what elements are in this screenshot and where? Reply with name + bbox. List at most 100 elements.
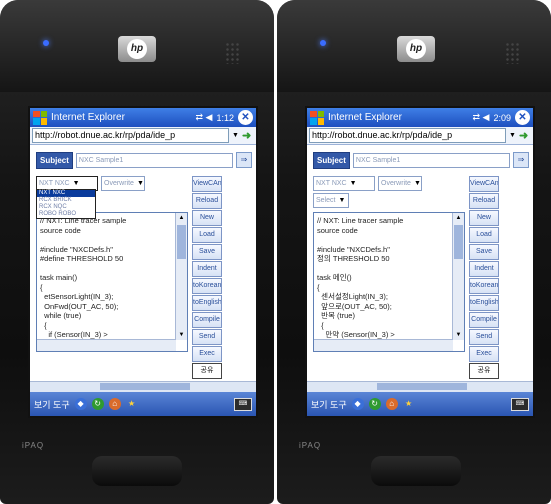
url-dropdown-icon[interactable]: ▼ <box>508 132 517 139</box>
view-button[interactable]: ViewCAn <box>469 176 499 192</box>
extra-select[interactable]: Select ▼ <box>313 193 349 208</box>
title-bar: Internet Explorer ⇄ ◀︎ 1:12 ✕ <box>30 108 256 127</box>
compile-button[interactable]: Compile <box>469 312 499 328</box>
title-bar: Internet Explorer ⇄ ◀︎ 2:09 ✕ <box>307 108 533 127</box>
code-editor[interactable]: // NXT: Line tracer sample source code #in… <box>313 212 465 352</box>
bottom-menu-bar: 보기 도구 ◆ ↻ ⌂ ★ ⌨ <box>30 392 256 416</box>
star-icon[interactable]: ★ <box>126 398 138 410</box>
code-text: // NXT: Line tracer sample source code #in… <box>317 216 404 339</box>
subject-button[interactable]: Subject <box>36 151 73 169</box>
submit-icon[interactable]: ⇒ <box>236 152 252 168</box>
reload-button[interactable]: Reload <box>469 193 499 209</box>
select-row: NXT NXC ▼ Overwrite ▼ <box>313 176 422 191</box>
go-arrow-icon[interactable]: ➜ <box>519 129 531 142</box>
editor-vertical-scrollbar[interactable]: ▲ ▼ <box>452 213 464 340</box>
to-korean-button[interactable]: toKorean <box>469 278 499 294</box>
menu-view-tools[interactable]: 보기 도구 <box>34 398 70 411</box>
favorites-icon[interactable]: ◆ <box>351 398 364 410</box>
editor-horizontal-scrollbar[interactable] <box>37 339 176 351</box>
reload-button[interactable]: Reload <box>192 193 222 209</box>
windows-start-icon[interactable] <box>310 110 324 125</box>
hp-logo: hp <box>118 36 156 62</box>
submit-icon[interactable]: ⇒ <box>513 152 529 168</box>
chevron-down-icon: ▼ <box>349 180 357 187</box>
share-button[interactable]: 공유 <box>192 363 222 379</box>
go-arrow-icon[interactable]: ➜ <box>242 129 254 142</box>
send-button[interactable]: Send <box>192 329 222 345</box>
address-bar: http://robot.dnue.ac.kr/rp/pda/ide_p ▼ ➜ <box>307 127 533 145</box>
indent-button[interactable]: Indent <box>192 261 222 277</box>
refresh-icon[interactable]: ↻ <box>368 398 381 410</box>
load-button[interactable]: Load <box>469 227 499 243</box>
subject-row: Subject NXC Sample1 ⇒ <box>36 151 252 169</box>
page-horizontal-scrollbar[interactable] <box>30 381 256 392</box>
chevron-down-icon: ▼ <box>136 180 144 187</box>
star-icon[interactable]: ★ <box>403 398 415 410</box>
keyboard-icon[interactable]: ⌨ <box>234 397 252 411</box>
menu-view-tools[interactable]: 보기 도구 <box>311 398 347 411</box>
home-icon[interactable]: ⌂ <box>108 398 121 410</box>
close-icon[interactable]: ✕ <box>515 110 530 125</box>
hp-logo: hp <box>397 36 435 62</box>
subject-row: Subject NXC Sample1 ⇒ <box>313 151 529 169</box>
web-page: Subject NXC Sample1 ⇒ NXT NXC ▼ Overwrite… <box>307 146 533 392</box>
editor-vertical-scrollbar[interactable]: ▲ ▼ <box>175 213 187 340</box>
code-editor[interactable]: // NXT: Line tracer sample source code #in… <box>36 212 188 352</box>
pda-screen: Internet Explorer ⇄ ◀︎ 1:12 ✕ http://rob… <box>28 106 258 418</box>
dropdown-option[interactable]: ROBO ROBO <box>37 211 95 218</box>
clock: 2:09 <box>493 112 511 123</box>
connectivity-icon: ⇄ ◀︎ <box>195 112 213 122</box>
language-dropdown-list: NXT NXC RCX BRICK RCX NQC ROBO ROBO <box>36 189 96 219</box>
exec-button[interactable]: Exec <box>469 346 499 362</box>
subject-input[interactable]: NXC Sample1 <box>75 152 233 168</box>
windows-start-icon[interactable] <box>33 110 47 125</box>
power-led <box>320 40 326 46</box>
close-icon[interactable]: ✕ <box>238 110 253 125</box>
chevron-down-icon: ▼ <box>72 180 80 187</box>
chevron-down-icon: ▼ <box>338 197 346 204</box>
url-field[interactable]: http://robot.dnue.ac.kr/rp/pda/ide_p <box>309 128 506 143</box>
indent-button[interactable]: Indent <box>469 261 499 277</box>
url-field[interactable]: http://robot.dnue.ac.kr/rp/pda/ide_p <box>32 128 229 143</box>
refresh-icon[interactable]: ↻ <box>91 398 104 410</box>
favorites-icon[interactable]: ◆ <box>74 398 87 410</box>
to-english-button[interactable]: toEnglish <box>469 295 499 311</box>
dropdown-option[interactable]: NXT NXC <box>37 190 95 197</box>
speaker-grille <box>225 42 239 64</box>
bottom-menu-bar: 보기 도구 ◆ ↻ ⌂ ★ ⌨ <box>307 392 533 416</box>
url-dropdown-icon[interactable]: ▼ <box>231 132 240 139</box>
new-button[interactable]: New <box>192 210 222 226</box>
right-device-photo: hp iPAQ Internet Explorer ⇄ ◀︎ 2:09 ✕ ht… <box>277 0 551 504</box>
language-select[interactable]: NXT NXC ▼ <box>313 176 375 191</box>
app-title: Internet Explorer <box>51 112 125 123</box>
mode-select[interactable]: Overwrite ▼ <box>101 176 145 191</box>
page-horizontal-scrollbar[interactable] <box>307 381 533 392</box>
share-button[interactable]: 공유 <box>469 363 499 379</box>
speaker-grille <box>505 42 519 64</box>
mode-select[interactable]: Overwrite ▼ <box>378 176 422 191</box>
pda-screen: Internet Explorer ⇄ ◀︎ 2:09 ✕ http://rob… <box>305 106 535 418</box>
device-brand: iPAQ <box>22 441 45 450</box>
address-bar: http://robot.dnue.ac.kr/rp/pda/ide_p ▼ ➜ <box>30 127 256 145</box>
code-text: // NXT: Line tracer sample source code #in… <box>40 216 127 339</box>
save-button[interactable]: Save <box>192 244 222 260</box>
subject-input[interactable]: NXC Sample1 <box>352 152 510 168</box>
save-button[interactable]: Save <box>469 244 499 260</box>
dropdown-option[interactable]: RCX BRICK <box>37 197 95 204</box>
editor-horizontal-scrollbar[interactable] <box>314 339 453 351</box>
compile-button[interactable]: Compile <box>192 312 222 328</box>
exec-button[interactable]: Exec <box>192 346 222 362</box>
new-button[interactable]: New <box>469 210 499 226</box>
dpad[interactable] <box>92 456 182 486</box>
load-button[interactable]: Load <box>192 227 222 243</box>
subject-button[interactable]: Subject <box>313 151 350 169</box>
home-icon[interactable]: ⌂ <box>385 398 398 410</box>
view-button[interactable]: ViewCAn <box>192 176 222 192</box>
keyboard-icon[interactable]: ⌨ <box>511 397 529 411</box>
dropdown-option[interactable]: RCX NQC <box>37 204 95 211</box>
send-button[interactable]: Send <box>469 329 499 345</box>
to-english-button[interactable]: toEnglish <box>192 295 222 311</box>
connectivity-icon: ⇄ ◀︎ <box>472 112 490 122</box>
to-korean-button[interactable]: toKorean <box>192 278 222 294</box>
dpad[interactable] <box>371 456 461 486</box>
